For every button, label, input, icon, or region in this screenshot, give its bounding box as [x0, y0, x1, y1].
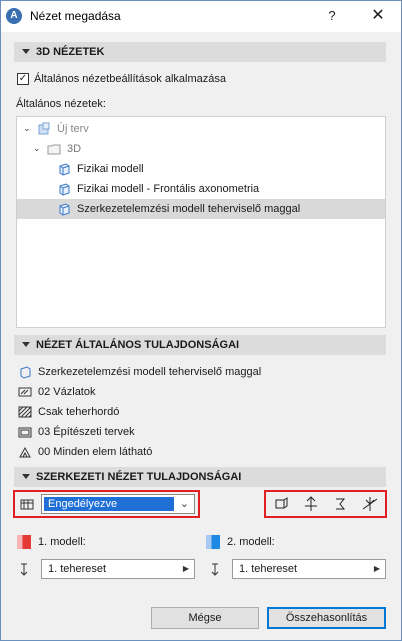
section-title: NÉZET ÁLTALÁNOS TULAJDONSÁGAI: [36, 339, 240, 351]
prop-label: Csak teherhordó: [38, 406, 120, 418]
support-button[interactable]: [299, 494, 323, 514]
general-views-label: Általános nézetek:: [16, 98, 106, 110]
tree-item-label: Fizikai modell - Frontális axonometria: [77, 183, 260, 195]
chevron-right-icon: ▶: [373, 564, 380, 573]
model1-color-swatch: [17, 535, 31, 549]
load-case-icon: [20, 563, 28, 576]
view-cube-icon: [59, 163, 70, 176]
model2-label: 2. modell:: [227, 536, 275, 548]
tree-item-label: Új terv: [57, 123, 89, 135]
prop-row-structural-function: Csak teherhordó: [18, 403, 378, 421]
prop-row-model-view: Szerkezetelemzési modell teherviselő mag…: [18, 363, 378, 381]
section-header-structural-props[interactable]: SZERKEZETI NÉZET TULAJDONSÁGAI: [14, 467, 386, 487]
chevron-down-icon: ⌄: [179, 498, 189, 510]
project-icon: [38, 122, 50, 135]
mode-dropdown-value: Engedélyezve: [44, 497, 174, 511]
compare-button[interactable]: Összehasonlítás: [267, 607, 386, 629]
structural-model-icon: [20, 499, 34, 510]
tree-item-view-selected[interactable]: Szerkezetelemzési modell teherviselő mag…: [17, 199, 385, 219]
release-button[interactable]: [358, 494, 382, 514]
section-title: 3D NÉZETEK: [36, 46, 105, 58]
model1-load-case-select[interactable]: 1. tehereset ▶: [41, 559, 195, 579]
window-title: Nézet megadása: [30, 9, 121, 23]
prop-label: 02 Vázlatok: [38, 386, 96, 398]
hatch-icon: [18, 406, 32, 418]
section-header-general-props[interactable]: NÉZET ÁLTALÁNOS TULAJDONSÁGAI: [14, 335, 386, 355]
load-case-icon: [211, 563, 219, 576]
load-icon: [336, 498, 346, 510]
chevron-down-icon[interactable]: ⌄: [23, 123, 33, 133]
prop-label: 03 Építészeti tervek: [38, 426, 135, 438]
model1-label: 1. modell:: [38, 536, 86, 548]
section-title: SZERKEZETI NÉZET TULAJDONSÁGAI: [36, 471, 242, 483]
tree-item-label: Szerkezetelemzési modell teherviselő mag…: [77, 203, 301, 215]
collapse-triangle-icon: [22, 341, 30, 347]
collapse-triangle-icon: [22, 48, 30, 54]
prop-label: Szerkezetelemzési modell teherviselő mag…: [38, 366, 262, 378]
prop-row-pen-set: 02 Vázlatok: [18, 383, 378, 401]
tree-item-view[interactable]: Fizikai modell - Frontális axonometria: [17, 179, 385, 199]
view-cube-icon: [59, 203, 70, 216]
analytical-model-icon: [20, 366, 31, 379]
mode-dropdown[interactable]: Engedélyezve ⌄: [41, 494, 195, 514]
select-value: 1. tehereset: [48, 563, 107, 575]
folder-icon: [47, 144, 61, 155]
select-value: 1. tehereset: [239, 563, 298, 575]
tree-item-label: Fizikai modell: [77, 163, 144, 175]
tree-item-view[interactable]: Fizikai modell: [17, 159, 385, 179]
model2-load-case-select[interactable]: 1. tehereset ▶: [232, 559, 386, 579]
prop-label: 00 Minden elem látható: [38, 446, 153, 458]
pen-set-icon: [18, 387, 32, 397]
section-header-3d-views[interactable]: 3D NÉZETEK: [14, 42, 386, 62]
support-icon: [305, 496, 317, 511]
cancel-button[interactable]: Mégse: [151, 607, 259, 629]
release-icon: [362, 497, 378, 511]
structural-display-button[interactable]: [270, 494, 294, 514]
prop-row-layer-combination: 03 Építészeti tervek: [18, 423, 378, 441]
views-tree[interactable]: ⌄ Új terv ⌄ 3D Fizikai modell Fizikai mo…: [16, 116, 386, 328]
view-cube-icon: [59, 183, 70, 196]
renovation-filter-icon: [19, 446, 31, 458]
tree-item-label: 3D: [67, 143, 82, 155]
help-button[interactable]: ?: [322, 7, 342, 25]
layer-combination-icon: [18, 427, 32, 438]
apply-general-settings-checkbox[interactable]: ✓: [17, 73, 29, 85]
close-button[interactable]: ✕: [366, 5, 390, 27]
app-icon: A: [6, 8, 22, 24]
tree-item-3d-folder[interactable]: ⌄ 3D: [17, 139, 385, 159]
structural-display-icon: [275, 497, 288, 509]
prop-row-renovation-filter: 00 Minden elem látható: [18, 443, 378, 461]
chevron-right-icon: ▶: [182, 564, 189, 573]
collapse-triangle-icon: [22, 473, 30, 479]
load-button[interactable]: [329, 494, 353, 514]
chevron-down-icon[interactable]: ⌄: [33, 143, 43, 153]
tree-item-project[interactable]: ⌄ Új terv: [17, 119, 385, 139]
apply-general-settings-label: Általános nézetbeállítások alkalmazása: [34, 73, 227, 85]
model2-color-swatch: [206, 535, 220, 549]
